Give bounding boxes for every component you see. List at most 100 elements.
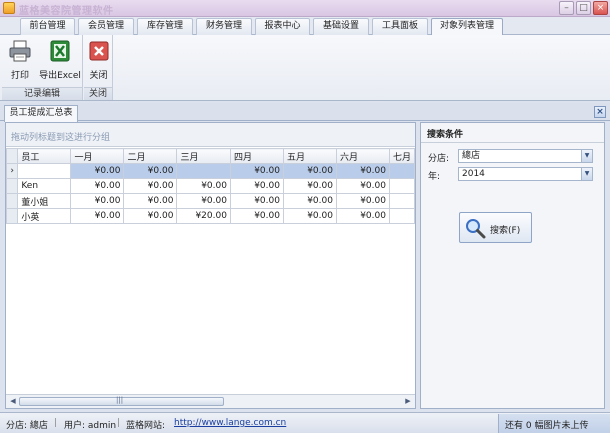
cell[interactable] (388, 163, 416, 179)
search-title: 搜索条件 (427, 130, 464, 140)
scroll-right-icon[interactable]: ▶ (402, 396, 414, 407)
cell[interactable]: ¥0.00 (176, 193, 231, 209)
print-button[interactable]: 打印 (4, 37, 36, 83)
cell[interactable]: 董小姐 (17, 193, 72, 209)
column-header[interactable]: 六月 (335, 148, 390, 164)
cell[interactable]: ¥0.00 (282, 178, 337, 194)
cell[interactable]: ¥0.00 (123, 208, 178, 224)
cell[interactable]: ¥0.00 (229, 193, 284, 209)
tab-front-desk[interactable]: 前台管理 (20, 18, 75, 35)
row-indicator (5, 208, 19, 224)
tab-reports[interactable]: 报表中心 (255, 18, 310, 35)
upload-notice[interactable]: 还有 0 幅图片未上传 (498, 414, 610, 433)
cell[interactable]: ¥0.00 (335, 208, 390, 224)
excel-icon (50, 40, 70, 62)
app-icon (3, 2, 15, 14)
document-tab-strip: 员工提成汇总表 × (0, 103, 610, 122)
window-controls: – □ × (559, 1, 608, 15)
tab-inventory[interactable]: 库存管理 (137, 18, 193, 35)
export-label: 导出Excel (39, 71, 81, 81)
tab-finance[interactable]: 财务管理 (196, 18, 252, 35)
row-indicator (5, 178, 19, 194)
ribbon-group-label: 关闭 (84, 87, 112, 100)
ribbon-group-close: 关闭 关闭 (84, 35, 113, 100)
scroll-left-icon[interactable]: ◀ (7, 396, 19, 407)
cell[interactable]: ¥0.00 (176, 178, 231, 194)
data-grid: 员工 一月 二月 三月 四月 五月 六月 七月 › ¥0.00 ¥0.00 ¥0… (5, 148, 416, 224)
tab-members[interactable]: 会员管理 (78, 18, 134, 35)
row-indicator: › (5, 163, 19, 179)
cell[interactable]: ¥0.00 (335, 163, 390, 179)
table-row[interactable]: 董小姐 ¥0.00 ¥0.00 ¥0.00 ¥0.00 ¥0.00 ¥0.00 (5, 193, 416, 209)
cell[interactable]: ¥0.00 (123, 163, 178, 179)
column-header[interactable]: 七月 (388, 148, 416, 164)
chevron-down-icon[interactable]: ▼ (581, 168, 592, 180)
cell[interactable]: ¥0.00 (70, 163, 125, 179)
ribbon-tab-bar: 前台管理 会员管理 库存管理 财务管理 报表中心 基础设置 工具面板 对象列表管… (0, 17, 610, 36)
cell[interactable]: ¥0.00 (229, 163, 284, 179)
cell[interactable]: ¥0.00 (123, 178, 178, 194)
maximize-button[interactable]: □ (576, 1, 591, 15)
column-header[interactable]: 四月 (229, 148, 284, 164)
cell[interactable]: ¥0.00 (335, 178, 390, 194)
cell[interactable] (388, 178, 416, 194)
year-select[interactable]: 2014 ▼ (458, 167, 593, 181)
tab-tools[interactable]: 工具面板 (372, 18, 428, 35)
table-row[interactable]: Ken ¥0.00 ¥0.00 ¥0.00 ¥0.00 ¥0.00 ¥0.00 (5, 178, 416, 194)
close-icon (89, 41, 108, 61)
tab-object-list[interactable]: 对象列表管理 (431, 18, 503, 36)
search-button[interactable]: 搜索(F) (459, 212, 532, 243)
cell[interactable] (17, 163, 72, 179)
window-close-button[interactable]: × (593, 1, 608, 15)
store-value: 總店 (462, 151, 481, 161)
cell[interactable]: ¥0.00 (123, 193, 178, 209)
horizontal-scrollbar[interactable]: ◀ ||| ▶ (6, 394, 415, 408)
column-header[interactable]: 二月 (123, 148, 178, 164)
column-header[interactable]: 三月 (176, 148, 231, 164)
minimize-button[interactable]: – (559, 1, 574, 15)
status-site-label: 蓝格网站: (126, 421, 166, 431)
magnifier-icon (466, 219, 486, 239)
tab-settings[interactable]: 基础设置 (313, 18, 369, 35)
status-bar: 分店: 總店 | 用户: admin | 蓝格网站: http://www.la… (0, 412, 610, 433)
row-indicator-header (5, 148, 19, 164)
scroll-grip: ||| (116, 396, 124, 404)
cell[interactable] (176, 163, 231, 179)
export-excel-button[interactable]: 导出Excel (38, 37, 82, 83)
search-panel: 搜索条件 分店: 總店 ▼ 年: 2014 ▼ 搜索(F) (420, 122, 605, 409)
cell[interactable]: 小英 (17, 208, 72, 224)
doc-tab-commission-summary[interactable]: 员工提成汇总表 (4, 105, 78, 122)
cell[interactable]: ¥0.00 (229, 208, 284, 224)
year-value: 2014 (462, 169, 485, 179)
group-by-hint[interactable]: 拖动列标题到这进行分组 (6, 123, 415, 147)
cell[interactable]: ¥0.00 (282, 193, 337, 209)
column-header[interactable]: 五月 (282, 148, 337, 164)
website-link[interactable]: http://www.lange.com.cn (174, 418, 286, 428)
cell[interactable]: Ken (17, 178, 72, 194)
ribbon-group-records: 打印 导出Excel 记录编辑 (2, 35, 83, 100)
cell[interactable]: ¥0.00 (70, 178, 125, 194)
status-divider: | (117, 418, 121, 428)
printer-icon (9, 40, 31, 62)
table-row[interactable]: › ¥0.00 ¥0.00 ¥0.00 ¥0.00 ¥0.00 (5, 163, 416, 179)
cell[interactable] (388, 208, 416, 224)
close-button[interactable]: 关闭 (84, 37, 113, 83)
store-select[interactable]: 總店 ▼ (458, 149, 593, 163)
cell[interactable]: ¥20.00 (176, 208, 231, 224)
cell[interactable]: ¥0.00 (282, 208, 337, 224)
chevron-down-icon[interactable]: ▼ (581, 150, 592, 162)
data-grid-panel: 拖动列标题到这进行分组 员工 一月 二月 三月 四月 五月 六月 七月 › ¥0… (5, 122, 416, 409)
cell[interactable]: ¥0.00 (229, 178, 284, 194)
cell[interactable]: ¥0.00 (70, 208, 125, 224)
cell[interactable]: ¥0.00 (70, 193, 125, 209)
doc-close-icon[interactable]: × (594, 106, 606, 118)
cell[interactable]: ¥0.00 (282, 163, 337, 179)
upload-notice-text: 还有 0 幅图片未上传 (505, 421, 589, 431)
column-header[interactable]: 员工 (17, 148, 72, 164)
table-row[interactable]: 小英 ¥0.00 ¥0.00 ¥20.00 ¥0.00 ¥0.00 ¥0.00 (5, 208, 416, 224)
cell[interactable] (388, 193, 416, 209)
cell[interactable]: ¥0.00 (335, 193, 390, 209)
search-button-label: 搜索(F) (490, 226, 521, 236)
column-header[interactable]: 一月 (70, 148, 125, 164)
year-label: 年: (428, 172, 441, 182)
